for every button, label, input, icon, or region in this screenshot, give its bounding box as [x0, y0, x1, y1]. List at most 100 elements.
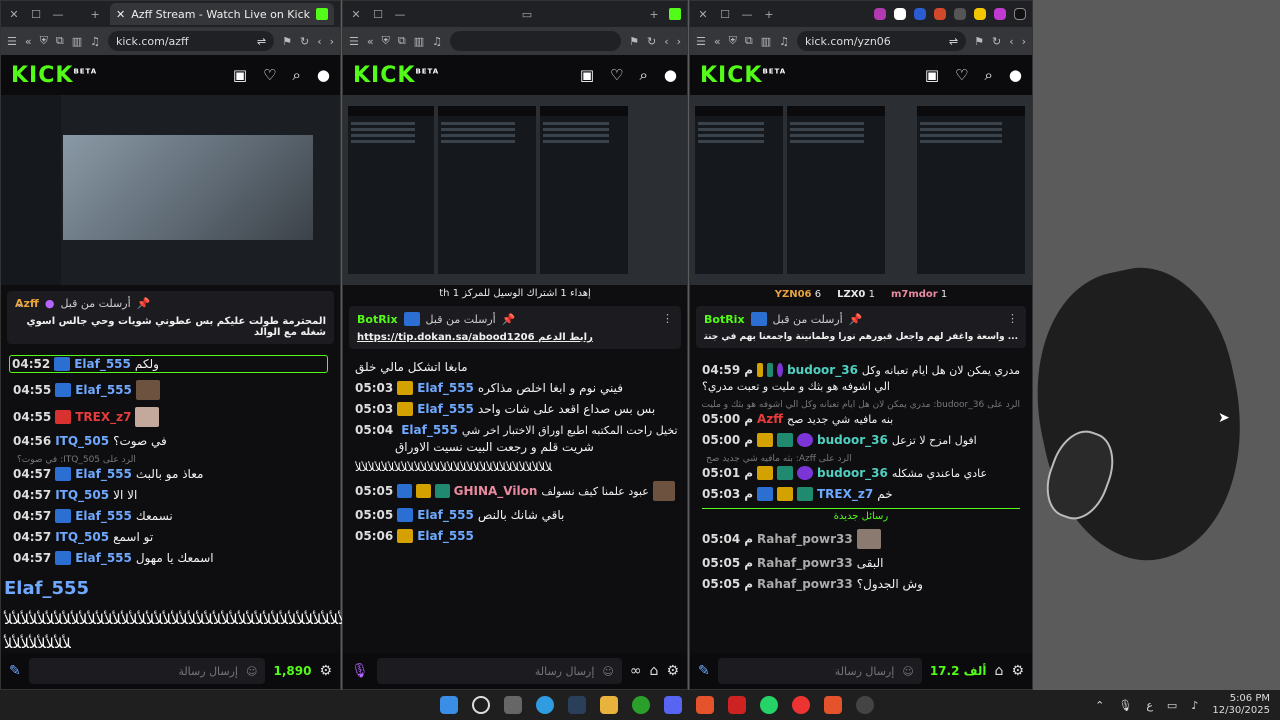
top-gifter[interactable]: LZX0 1 [837, 289, 875, 300]
menu-icon[interactable]: ☰ [7, 35, 17, 48]
collapse-icon[interactable]: « [367, 35, 374, 48]
chat-input[interactable]: إرسال رسالة ☺ [376, 658, 622, 684]
kick-favicon-icon[interactable] [669, 8, 681, 20]
brave-icon[interactable] [696, 696, 714, 714]
following-heart-icon[interactable]: ♡ [263, 66, 276, 84]
kick-logo[interactable]: KICKBETA [11, 63, 217, 88]
channel-points[interactable]: 17.2 ألف [930, 664, 987, 678]
close-window-icon[interactable]: ✕ [349, 8, 363, 21]
message-user[interactable]: Elaf_555 [75, 467, 132, 481]
new-tab-icon[interactable]: + [647, 8, 661, 21]
following-heart-icon[interactable]: ♡ [955, 66, 968, 84]
message-user[interactable]: Elaf_555 [417, 402, 474, 416]
chevron-up-icon[interactable]: ⌃ [1095, 699, 1104, 712]
search-icon[interactable]: ⌕ [640, 66, 648, 84]
pinned-from-user[interactable]: BotRix [357, 313, 398, 326]
browse-icon[interactable]: ▣ [580, 66, 594, 84]
url-field[interactable] [450, 31, 622, 51]
menu-icon[interactable]: ☰ [696, 35, 706, 48]
top-gifter[interactable]: m7mdor 1 [891, 289, 947, 300]
reload-icon[interactable]: ↻ [992, 35, 1001, 48]
message-user[interactable]: GHINA_Vilon [454, 484, 538, 498]
following-heart-icon[interactable]: ♡ [610, 66, 623, 84]
tiktok-tab-icon[interactable] [1014, 8, 1026, 20]
avatar[interactable]: ● [317, 66, 330, 84]
message-user[interactable]: budoor_36 [817, 466, 888, 480]
infinity-icon[interactable]: ∞ [630, 663, 642, 679]
channel-points[interactable]: 1,890 [273, 664, 311, 678]
cast-icon[interactable]: ▭ [520, 8, 534, 21]
message-user[interactable]: ITQ_505 [55, 434, 109, 448]
search-icon[interactable]: ⌕ [985, 66, 993, 84]
whatsapp-icon[interactable] [760, 696, 778, 714]
file-explorer-icon[interactable] [600, 696, 618, 714]
message-user[interactable]: Rahaf_powr33 [757, 532, 853, 546]
message-user[interactable]: ITQ_505 [55, 488, 109, 502]
playlist-icon[interactable]: ♫ [90, 35, 100, 48]
task-view-icon[interactable] [504, 696, 522, 714]
brave-icon-2[interactable] [824, 696, 842, 714]
browse-icon[interactable]: ▣ [233, 66, 247, 84]
new-tab-icon[interactable]: + [762, 8, 776, 21]
menu-icon[interactable]: ☰ [349, 35, 359, 48]
message-user[interactable]: ITQ_505 [55, 530, 109, 544]
settings-gear-icon[interactable]: ⚙ [319, 663, 332, 679]
message-user[interactable]: Elaf_555 [75, 509, 132, 523]
tune-icon[interactable]: ⇌ [949, 35, 958, 48]
shield-icon[interactable]: ⛨ [729, 34, 737, 48]
avatar[interactable]: ● [664, 66, 677, 84]
bookmark-icon[interactable]: ⚑ [282, 35, 292, 48]
more-icon[interactable]: ⋮ [662, 312, 673, 325]
pinned-tab-icon[interactable] [874, 8, 886, 20]
search-icon[interactable]: ⌕ [293, 66, 301, 84]
browse-icon[interactable]: ▣ [925, 66, 939, 84]
sidebar-icon[interactable]: ▥ [72, 35, 82, 48]
maximize-icon[interactable]: ☐ [29, 8, 43, 21]
mod-tools-icon[interactable]: ✎ [9, 663, 21, 679]
pinned-tab-icon[interactable] [994, 8, 1006, 20]
back-icon[interactable]: ‹ [664, 35, 668, 48]
video-player[interactable] [343, 95, 687, 285]
message-user[interactable]: Azff [757, 412, 783, 426]
chat-input[interactable]: إرسال رسالة ☺ [717, 658, 922, 684]
microphone-icon[interactable]: 🎙 [351, 663, 369, 679]
message-user[interactable]: Elaf_555 [75, 551, 132, 565]
video-player[interactable] [1, 95, 340, 285]
chrome-icon[interactable] [792, 696, 810, 714]
new-tab-icon[interactable]: + [88, 8, 102, 21]
close-window-icon[interactable]: ✕ [696, 8, 710, 21]
kick-logo[interactable]: KICKBETA [700, 63, 909, 88]
volume-icon[interactable]: ♪ [1191, 699, 1198, 712]
pinned-tab-icon[interactable] [954, 8, 966, 20]
back-icon[interactable]: ‹ [317, 35, 321, 48]
message-user[interactable]: Elaf_555 [417, 381, 474, 395]
avatar[interactable]: ● [1009, 66, 1022, 84]
minimize-icon[interactable]: — [393, 8, 407, 21]
settings-gear-icon[interactable]: ⚙ [1011, 663, 1024, 679]
recording-app-icon[interactable] [728, 696, 746, 714]
extension-icon[interactable]: ⧉ [56, 34, 64, 48]
message-user[interactable]: budoor_36 [817, 433, 888, 447]
pinned-tab-icon[interactable] [894, 8, 906, 20]
kick-logo[interactable]: KICKBETA [353, 63, 564, 88]
message-user[interactable]: Elaf_555 [417, 508, 474, 522]
extension-icon[interactable]: ⧉ [398, 34, 406, 48]
store-icon[interactable]: ⌂ [650, 663, 659, 679]
discord-icon[interactable] [664, 696, 682, 714]
extension-icon[interactable]: ⧉ [745, 34, 753, 48]
playlist-icon[interactable]: ♫ [779, 35, 789, 48]
microphone-icon[interactable]: 🎙 [1118, 699, 1132, 712]
more-icon[interactable]: ⋮ [1007, 312, 1018, 325]
settings-gear-icon[interactable]: ⚙ [666, 663, 679, 679]
playlist-icon[interactable]: ♫ [432, 35, 442, 48]
forward-icon[interactable]: › [677, 35, 681, 48]
maximize-icon[interactable]: ☐ [718, 8, 732, 21]
message-user[interactable]: Elaf_555 [75, 383, 132, 397]
obs-icon[interactable] [856, 696, 874, 714]
minimize-icon[interactable]: — [740, 8, 754, 21]
language-indicator[interactable]: ع [1146, 699, 1153, 712]
network-icon[interactable]: ▭ [1167, 699, 1177, 712]
bookmark-icon[interactable]: ⚑ [974, 35, 984, 48]
message-user[interactable]: Elaf_555 [74, 357, 131, 371]
shield-icon[interactable]: ⛨ [40, 34, 48, 48]
